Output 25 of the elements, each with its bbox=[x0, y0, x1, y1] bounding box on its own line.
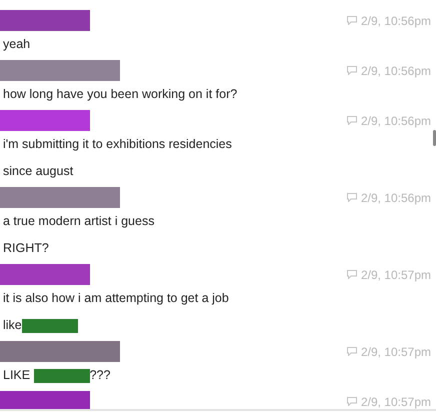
speech-bubble-icon bbox=[346, 116, 357, 125]
timestamp: 2/9, 10:57pm bbox=[360, 344, 431, 360]
message-text: LIKE bbox=[3, 367, 32, 384]
speech-bubble-icon bbox=[346, 270, 357, 279]
message-text: i'm submitting it to exhibitions residencies bbox=[3, 136, 232, 153]
message-text: since august bbox=[3, 163, 74, 180]
speech-bubble-icon bbox=[346, 193, 357, 202]
message-text: like bbox=[3, 317, 22, 334]
timestamp: 2/9, 10:56pm bbox=[360, 12, 431, 30]
message-text: it is also how i am attempting to get a job bbox=[3, 290, 229, 307]
message-text: how long have you been working on it for? bbox=[3, 86, 238, 103]
speech-bubble-icon bbox=[346, 397, 357, 406]
speech-bubble-icon bbox=[346, 66, 357, 75]
timestamp: 2/9, 10:57pm bbox=[360, 266, 431, 284]
scrollbar-thumb[interactable] bbox=[433, 130, 436, 146]
speech-bubble-icon bbox=[346, 16, 357, 25]
message-text: yeah bbox=[3, 36, 30, 53]
timestamp: 2/9, 10:56pm bbox=[360, 62, 431, 80]
message-text: RIGHT? bbox=[3, 240, 49, 257]
timestamp: 2/9, 10:57pm bbox=[360, 394, 431, 409]
speech-bubble-icon bbox=[346, 347, 357, 356]
timestamp: 2/9, 10:56pm bbox=[360, 112, 431, 130]
timestamp: 2/9, 10:56pm bbox=[360, 190, 431, 206]
message-text: ??? bbox=[90, 367, 110, 384]
message-text: a true modern artist i guess bbox=[3, 213, 154, 230]
